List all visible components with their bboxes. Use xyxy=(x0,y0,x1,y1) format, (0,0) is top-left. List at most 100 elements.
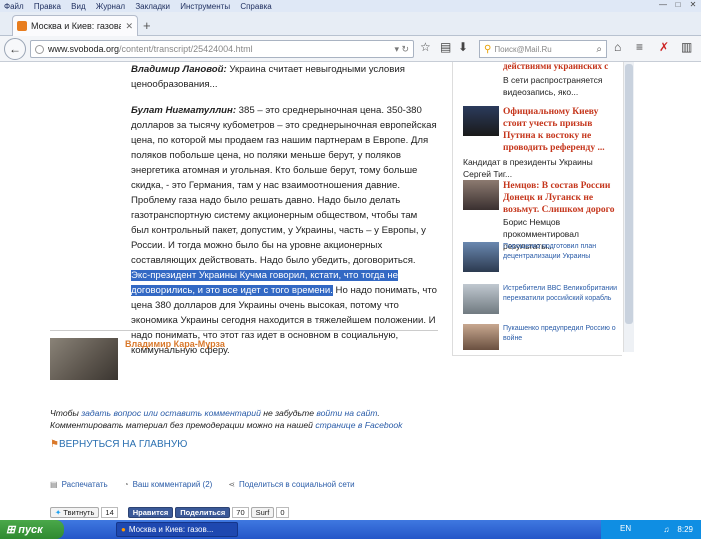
search-box[interactable]: ⚲ Поиск@Mail.Ru ⌕ xyxy=(479,40,607,58)
tab-close-icon[interactable]: ✕ xyxy=(125,21,133,32)
login-link[interactable]: войти на сайт xyxy=(316,408,377,418)
share-label: Поделиться в социальной сети xyxy=(239,480,355,489)
speaker-icon[interactable]: ♫ xyxy=(663,525,669,534)
menu-icon[interactable]: ≡ xyxy=(636,40,643,54)
author-photo xyxy=(50,338,118,380)
addon-icon[interactable]: ✗ xyxy=(659,40,669,54)
paragraph-lanovoy: Владимир Лановой: Украина считает невыго… xyxy=(131,62,437,92)
article-actions: ▤ Распечатать ◔ Ваш комментарий (2) ⋖ Подел… xyxy=(50,480,355,489)
task-label: Москва и Киев: газов... xyxy=(128,525,214,534)
menu-view[interactable]: Вид xyxy=(71,2,85,11)
fb-share-button[interactable]: Поделиться xyxy=(175,507,231,518)
speaker-name: Владимир Лановой: xyxy=(131,64,227,75)
page-content: Владимир Лановой: Украина считает невыго… xyxy=(0,62,635,516)
start-button[interactable]: ⊞ пуск xyxy=(0,520,64,539)
arrow-icon: ⚑ xyxy=(50,439,59,450)
menu-bar: Файл Правка Вид Журнал Закладки Инструме… xyxy=(0,0,701,12)
print-button[interactable]: ▤ Распечатать xyxy=(50,480,108,489)
windows-logo-icon: ⊞ xyxy=(6,524,16,536)
paragraph-nigmatullin: Булат Нигматуллин: 385 – это среднерыноч… xyxy=(131,103,437,358)
item-title[interactable]: Официальному Киеву стоит учесть призыв П… xyxy=(503,106,621,154)
extension-icon[interactable]: ▥ xyxy=(681,40,692,54)
back-button[interactable]: ← xyxy=(4,38,26,60)
article-body: Владимир Лановой: Украина считает невыго… xyxy=(131,62,437,369)
comment-button[interactable]: ◔ Ваш комментарий (2) xyxy=(124,480,213,489)
comment-note: Чтобы задать вопрос или оставить коммент… xyxy=(50,407,402,431)
surf-button[interactable]: Surf xyxy=(250,507,275,518)
tweet-count: 14 xyxy=(101,507,118,518)
start-label: пуск xyxy=(18,523,43,536)
clock: 8:29 xyxy=(677,525,693,534)
facebook-page-link[interactable]: странице в Facebook xyxy=(315,420,402,430)
site-favicon-icon xyxy=(17,21,27,31)
print-label: Распечатать xyxy=(61,480,108,489)
tab-title: Москва и Киев: газовая война ... xyxy=(31,21,122,31)
scrollbar-thumb[interactable] xyxy=(625,64,633,324)
item-title[interactable]: действиями украинских с xyxy=(503,62,621,72)
author-name[interactable]: Владимир Кара-Мурза xyxy=(125,339,225,349)
item-thumbnail[interactable] xyxy=(463,180,499,210)
windows-taskbar: ⊞ пуск ● Москва и Киев: газов... ♫ 8:29 xyxy=(0,520,701,539)
divider xyxy=(50,330,438,331)
comment-label: Ваш комментарий (2) xyxy=(132,480,213,489)
tweet-label: Твитнуть xyxy=(63,508,95,517)
menu-tools[interactable]: Инструменты xyxy=(180,2,230,11)
item-thumbnail[interactable] xyxy=(463,242,499,272)
url-path: /content/transcript/25424004.html xyxy=(119,44,253,54)
tab-bar: Москва и Киев: газовая война ... ✕ + xyxy=(0,12,701,36)
share-count: 70 xyxy=(232,507,249,518)
note-text: Комментировать материал без премодерации… xyxy=(50,420,316,430)
close-icon[interactable]: ✕ xyxy=(687,0,699,10)
download-icon[interactable]: ⬇ xyxy=(458,40,468,54)
surf-count: 0 xyxy=(276,507,289,518)
search-engine-icon[interactable]: ⚲ xyxy=(484,44,491,55)
note-text: Чтобы xyxy=(50,408,82,418)
bookmarks-list-icon[interactable]: ▤ xyxy=(440,40,451,54)
minimize-icon[interactable]: — xyxy=(657,0,669,10)
ask-question-link[interactable]: задать вопрос или оставить комментарий xyxy=(81,408,261,418)
maximize-icon[interactable]: □ xyxy=(672,0,684,10)
item-thumbnail[interactable] xyxy=(463,324,499,350)
tab-active[interactable]: Москва и Киев: газовая война ... ✕ xyxy=(12,15,138,36)
paragraph-text: 385 – это среднерыночная цена. 350-380 д… xyxy=(131,105,437,266)
menu-history[interactable]: Журнал xyxy=(96,2,125,11)
address-bar[interactable]: www.svoboda.org /content/transcript/2542… xyxy=(30,40,414,58)
search-icon[interactable]: ⌕ xyxy=(596,44,602,55)
url-domain: www.svoboda.org xyxy=(48,44,120,54)
related-sidebar: действиями украинских с В сети распростр… xyxy=(452,62,622,356)
menu-items: Файл Правка Вид Журнал Закладки Инструме… xyxy=(0,2,276,11)
menu-help[interactable]: Справка xyxy=(240,2,271,11)
social-share-bar: ✦ Твитнуть 14 Нравится Поделиться 70 Surf… xyxy=(0,506,701,519)
share-icon: ⋖ xyxy=(228,480,236,489)
item-text: Кандидат в президенты Украины Сергей Тиг… xyxy=(463,157,593,179)
menu-file[interactable]: Файл xyxy=(4,2,24,11)
share-button[interactable]: ⋖ Поделиться в социальной сети xyxy=(228,480,354,489)
tweet-button[interactable]: ✦ Твитнуть xyxy=(50,507,100,518)
twitter-icon: ✦ xyxy=(55,508,62,517)
system-tray: ♫ 8:29 xyxy=(601,520,701,539)
item-thumbnail[interactable] xyxy=(463,284,499,314)
taskbar-window-button[interactable]: ● Москва и Киев: газов... xyxy=(116,522,238,537)
speaker-name: Булат Нигматуллин: xyxy=(131,105,237,116)
item-title[interactable]: Истребители ВВС Великобритании перехвати… xyxy=(503,284,621,304)
note-text: . xyxy=(377,408,380,418)
globe-icon xyxy=(35,44,44,54)
item-thumbnail[interactable] xyxy=(463,106,499,136)
back-to-home-link[interactable]: ⚑ВЕРНУТЬСЯ НА ГЛАВНУЮ xyxy=(50,439,187,450)
like-button[interactable]: Нравится xyxy=(127,507,174,518)
back-link-label: ВЕРНУТЬСЯ НА ГЛАВНУЮ xyxy=(58,439,188,450)
item-title[interactable]: Пукашенко предупредил Россию о войне xyxy=(503,324,621,344)
item-text: В сети распространяется видеозапись, яко… xyxy=(503,75,603,97)
reload-icon[interactable]: ▾ ↻ xyxy=(394,44,409,55)
bookmark-star-icon[interactable]: ☆ xyxy=(420,40,431,54)
new-tab-icon[interactable]: + xyxy=(143,18,151,33)
comment-icon: ◔ xyxy=(123,480,129,489)
menu-bookmarks[interactable]: Закладки xyxy=(135,2,170,11)
item-title[interactable]: Порошенко подготовил план децентрализаци… xyxy=(503,242,621,262)
sidebar-scrollbar[interactable] xyxy=(623,62,634,352)
menu-edit[interactable]: Правка xyxy=(34,2,61,11)
home-icon[interactable]: ⌂ xyxy=(614,40,621,54)
like-label: Нравится xyxy=(132,508,169,517)
language-indicator[interactable]: EN xyxy=(620,524,631,533)
item-title[interactable]: Немцов: В состав России Донецк и Луганск… xyxy=(503,180,621,216)
